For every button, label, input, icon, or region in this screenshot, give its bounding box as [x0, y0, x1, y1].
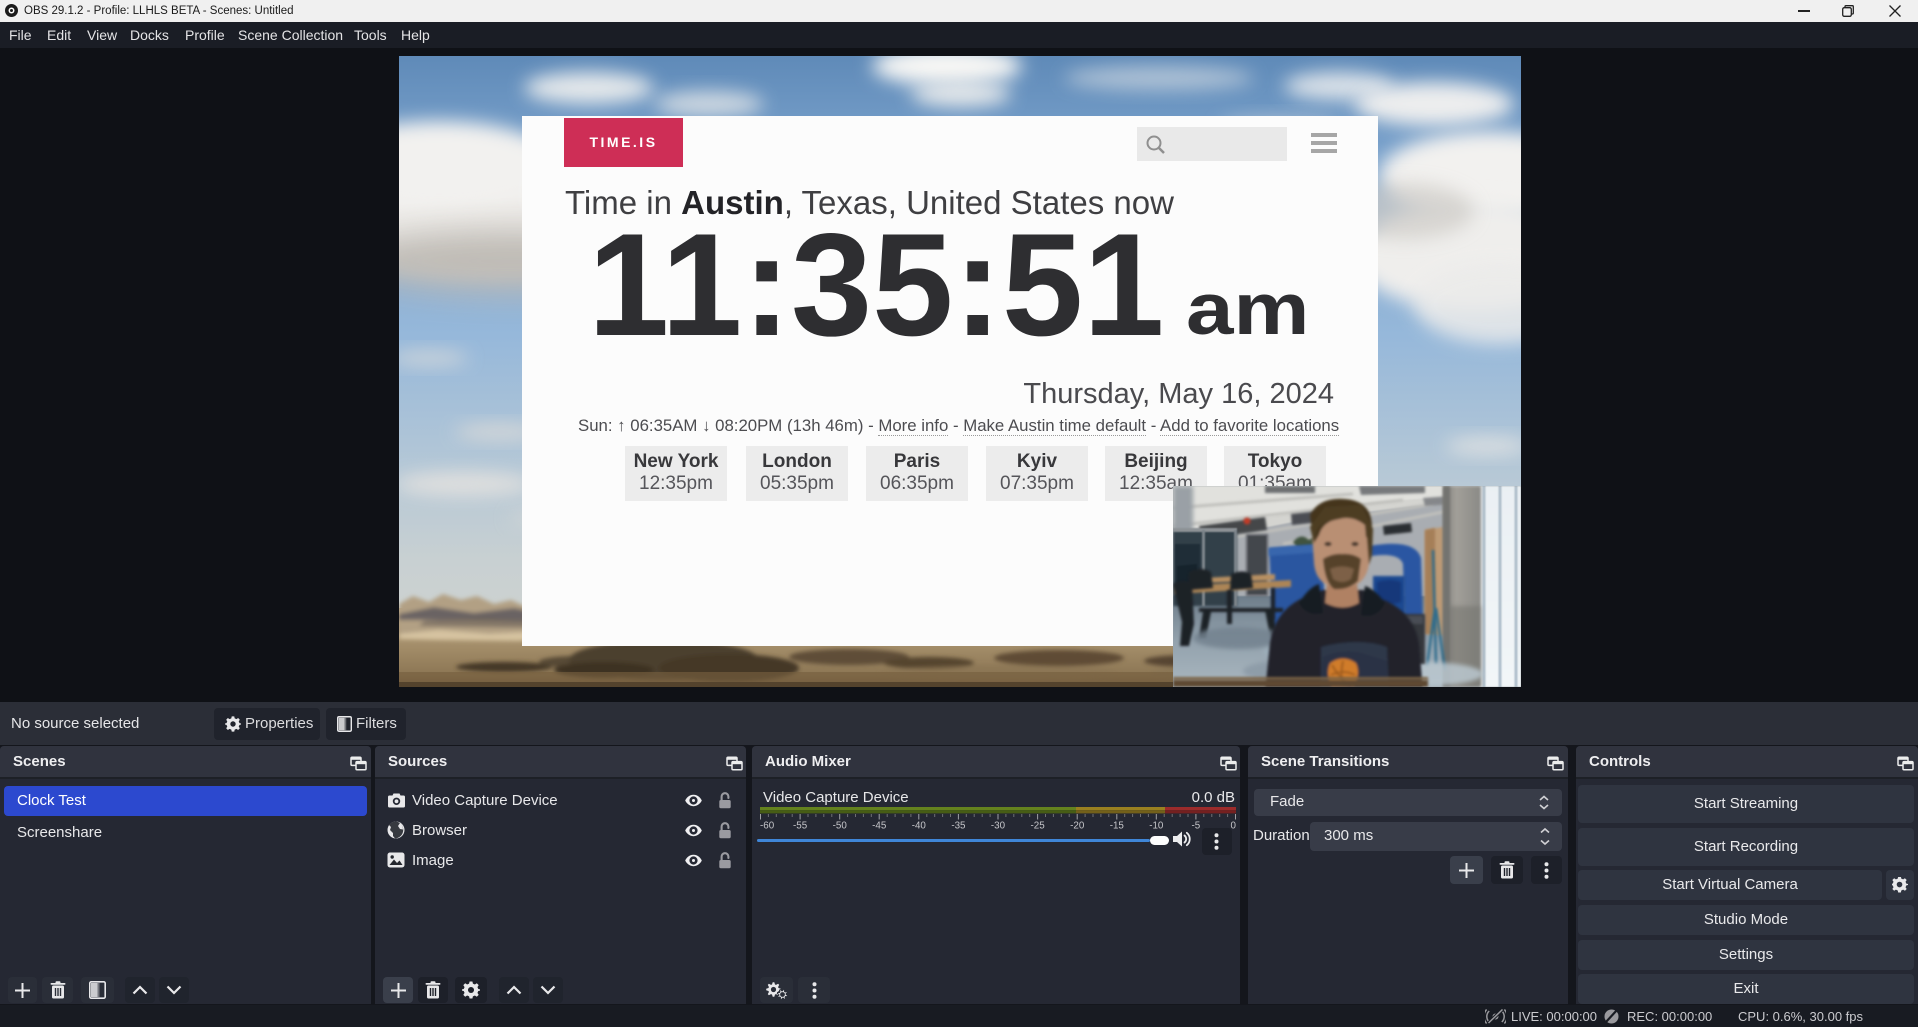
svg-text:-55: -55: [793, 821, 808, 830]
svg-text:-25: -25: [1031, 821, 1046, 830]
svg-text:-15: -15: [1110, 821, 1125, 830]
svg-text:-30: -30: [991, 821, 1006, 830]
svg-text:-45: -45: [872, 821, 887, 830]
svg-text:-35: -35: [951, 821, 966, 830]
svg-text:-60: -60: [760, 821, 775, 830]
svg-text:-20: -20: [1070, 821, 1085, 830]
svg-text:-10: -10: [1149, 821, 1164, 830]
svg-text:-5: -5: [1192, 821, 1201, 830]
svg-text:0: 0: [1231, 821, 1236, 830]
svg-text:-40: -40: [912, 821, 927, 830]
svg-text:-50: -50: [833, 821, 848, 830]
